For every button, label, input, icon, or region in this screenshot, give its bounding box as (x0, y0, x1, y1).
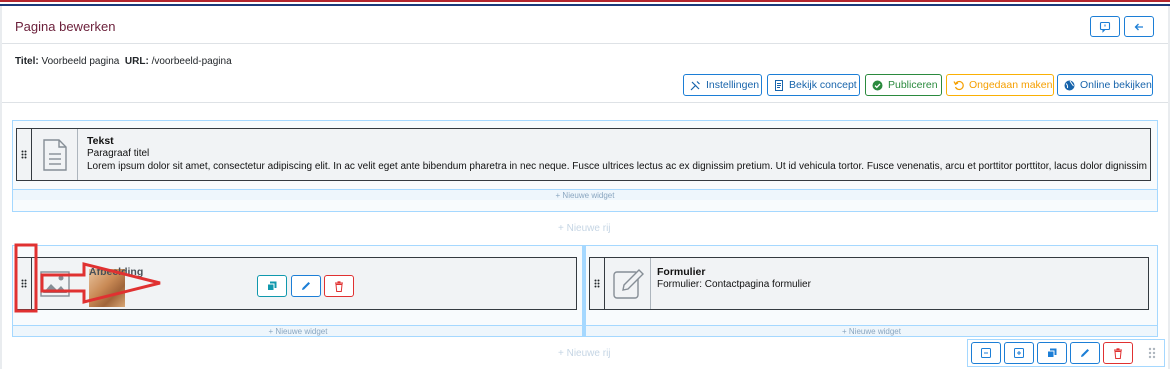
grip-icon (21, 279, 27, 288)
trash-icon (335, 280, 343, 292)
drag-handle[interactable] (17, 129, 32, 180)
undo-label: Ongedaan maken (969, 79, 1053, 91)
copy-icon (267, 281, 277, 291)
document-icon (775, 79, 783, 91)
url-value: /voorbeeld-pagina (151, 56, 232, 67)
grip-icon (1148, 347, 1156, 359)
form-widget[interactable]: Formulier Formulier: Contactpagina formu… (589, 257, 1149, 310)
widget-line-1: Paragraaf titel (87, 148, 150, 159)
page-meta: Titel: Voorbeeld pagina URL: /voorbeeld-… (15, 56, 232, 67)
new-widget-button[interactable]: + Nieuwe widget (586, 325, 1157, 336)
check-circle-icon (872, 80, 883, 90)
grip-icon (21, 150, 27, 159)
trash-icon (1114, 347, 1122, 359)
text-widget[interactable]: Tekst Paragraaf titel Lorem ipsum dolor … (16, 128, 1151, 181)
form-edit-icon (605, 258, 651, 309)
widget-line-2: Lorem ipsum dolor sit amet, consectetur … (87, 161, 1149, 172)
new-row-button[interactable]: + Nieuwe rij (558, 223, 611, 234)
drag-handle[interactable] (590, 258, 605, 309)
widget-type-label: Formulier (657, 266, 706, 278)
settings-button[interactable]: Instellingen (683, 74, 762, 96)
drag-handle[interactable] (17, 258, 32, 309)
row-action-toolbar (967, 339, 1165, 367)
edit-row-button[interactable] (1070, 342, 1100, 364)
new-row-button[interactable]: + Nieuwe rij (558, 348, 611, 359)
widget-line-1: Formulier: Contactpagina formulier (657, 279, 811, 290)
copy-icon (1047, 348, 1057, 358)
grip-icon (594, 279, 600, 288)
add-column-button[interactable] (1004, 342, 1034, 364)
edit-widget-button[interactable] (291, 275, 321, 297)
text-document-icon (32, 129, 78, 180)
image-widget[interactable]: Afbeelding (16, 257, 577, 310)
card-header: Pagina bewerken (2, 6, 1168, 44)
undo-icon (953, 80, 964, 90)
title-label: Titel: (15, 56, 39, 67)
view-online-label: Online bekijken (1080, 79, 1152, 91)
edit-page-card: Pagina bewerken Titel: Voorbeeld pagina … (2, 6, 1168, 369)
view-online-button[interactable]: Online bekijken (1057, 74, 1153, 96)
delete-row-button[interactable] (1103, 342, 1133, 364)
back-button[interactable] (1124, 16, 1154, 37)
widget-type-label: Tekst (87, 135, 114, 147)
remove-column-button[interactable] (971, 342, 1001, 364)
widget-type-label: Afbeelding (89, 266, 144, 278)
feedback-button[interactable] (1090, 16, 1120, 37)
url-label: URL: (124, 56, 149, 67)
column-1: Afbeelding + Nieuwe widget (13, 246, 583, 336)
new-widget-button[interactable]: + Nieuwe widget (13, 189, 1157, 200)
arrow-left-icon (1134, 23, 1143, 30)
globe-icon (1064, 80, 1075, 90)
row-drag-handle[interactable] (1148, 347, 1158, 361)
undo-button[interactable]: Ongedaan maken (946, 74, 1054, 96)
page-title: Pagina bewerken (15, 19, 116, 34)
view-concept-button[interactable]: Bekijk concept (767, 74, 860, 96)
pencil-icon (302, 282, 310, 290)
row-1: Tekst Paragraaf titel Lorem ipsum dolor … (12, 120, 1158, 212)
message-icon (1099, 21, 1111, 33)
image-icon (32, 258, 78, 309)
title-value: Voorbeeld pagina (41, 56, 120, 67)
tools-icon (690, 80, 700, 90)
duplicate-widget-button[interactable] (257, 275, 287, 297)
view-concept-label: Bekijk concept (789, 79, 857, 91)
plus-square-icon (1014, 348, 1024, 358)
publish-button[interactable]: Publiceren (865, 74, 942, 96)
new-widget-button[interactable]: + Nieuwe widget (13, 325, 583, 336)
settings-label: Instellingen (706, 79, 760, 91)
delete-widget-button[interactable] (324, 275, 354, 297)
duplicate-row-button[interactable] (1037, 342, 1067, 364)
pencil-icon (1081, 349, 1089, 357)
minus-square-icon (981, 348, 991, 358)
row-2: Afbeelding + Nieuwe widget Formulier For… (12, 245, 1158, 337)
page-builder-canvas: Tekst Paragraaf titel Lorem ipsum dolor … (2, 102, 1168, 369)
publish-label: Publiceren (888, 79, 938, 91)
column-2: Formulier Formulier: Contactpagina formu… (586, 246, 1157, 336)
